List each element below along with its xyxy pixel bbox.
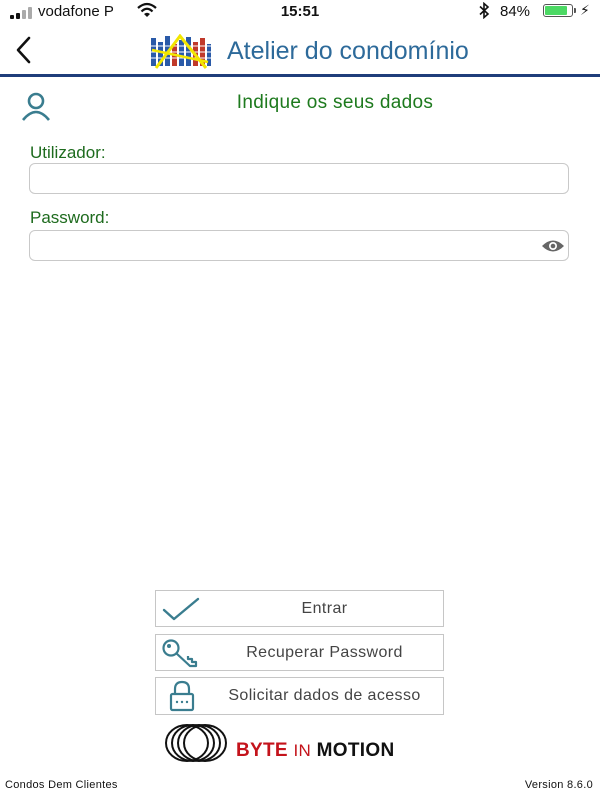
back-chevron-icon[interactable]	[12, 34, 36, 66]
footer-client-label: Condos Dem Clientes	[5, 779, 118, 791]
recover-password-label: Recuperar Password	[246, 643, 403, 661]
login-heading: Indique os seus dados	[236, 92, 434, 113]
bluetooth-icon	[479, 2, 490, 19]
status-bar: vodafone P 15:51 84% ⚡	[0, 0, 600, 24]
battery-fill	[545, 6, 567, 15]
lock-icon	[169, 680, 195, 712]
request-access-label: Solicitar dados de acesso	[228, 687, 421, 704]
username-label: Utilizador:	[30, 143, 106, 162]
login-button-label: Entrar	[301, 599, 348, 617]
recover-password-button[interactable]: Recuperar Password	[155, 634, 444, 671]
battery-percentage: 84%	[500, 3, 531, 20]
checkmark-icon	[162, 597, 200, 621]
brand-word-motion: MOTION	[316, 740, 395, 761]
app-title: Atelier do condomínio	[227, 37, 469, 65]
app-version: Version 8.6.0	[524, 779, 593, 791]
battery-icon	[543, 4, 576, 17]
login-button[interactable]: Entrar	[155, 590, 444, 627]
brand-word-in: IN	[293, 741, 312, 760]
charging-icon: ⚡	[580, 2, 590, 18]
password-input[interactable]	[29, 230, 569, 261]
byte-in-motion-logo	[165, 724, 227, 762]
brand-wordmark: BYTE IN MOTION	[236, 740, 394, 762]
app-logo	[150, 34, 212, 69]
key-icon	[162, 639, 198, 668]
password-label: Password:	[30, 208, 110, 227]
request-access-button[interactable]: Solicitar dados de acesso	[155, 677, 444, 715]
header-divider	[0, 74, 600, 77]
show-password-eye-icon[interactable]	[541, 238, 565, 254]
username-input[interactable]	[29, 163, 569, 194]
brand-word-byte: BYTE	[236, 740, 288, 761]
